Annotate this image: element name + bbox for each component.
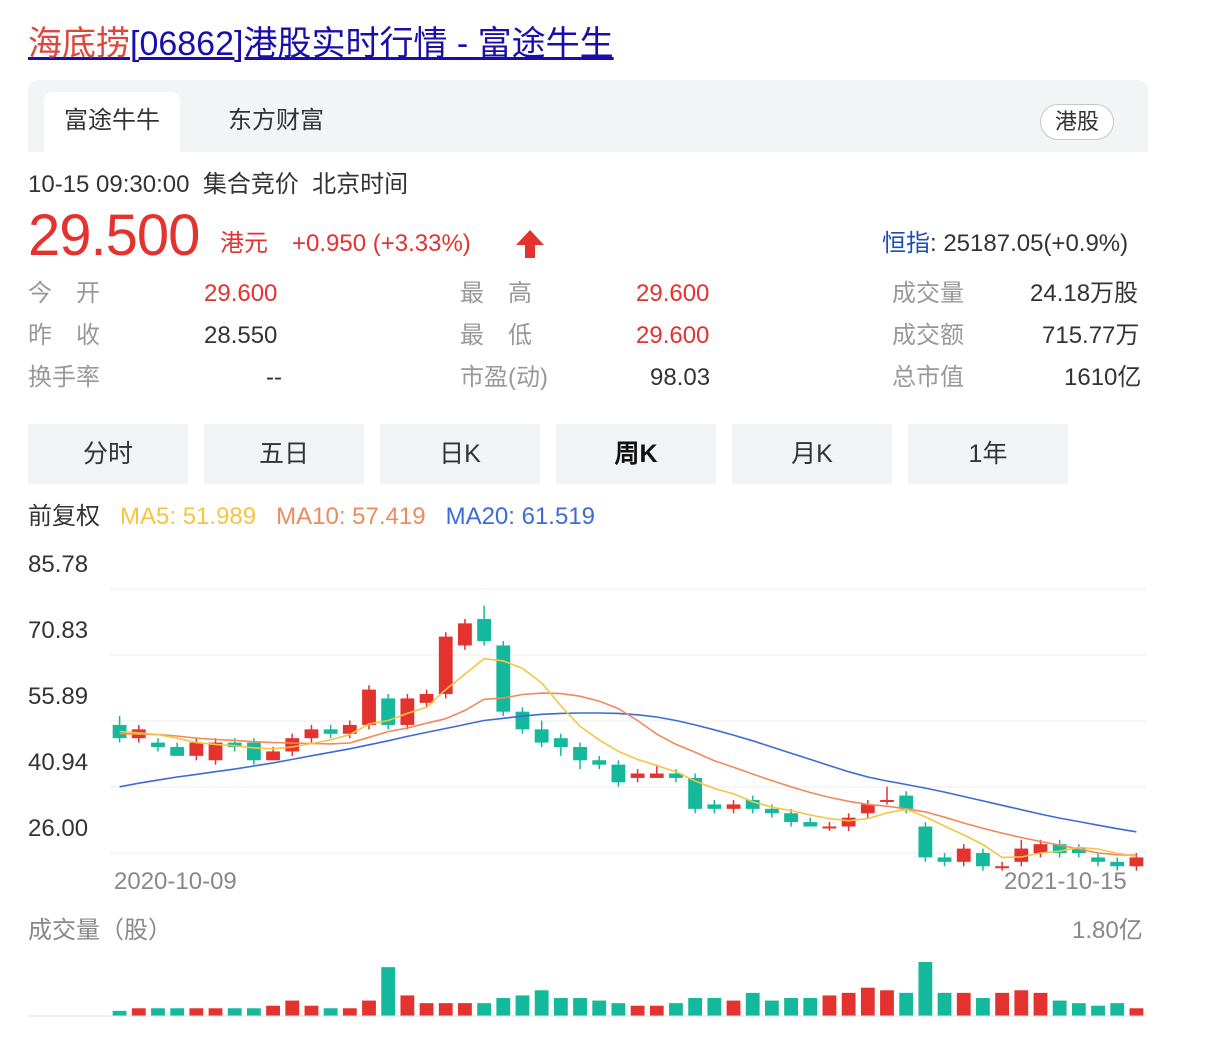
volume-bar xyxy=(323,1008,338,1016)
candle-body xyxy=(937,857,952,862)
candle-body xyxy=(630,773,645,778)
candle-body xyxy=(860,804,875,814)
candle-body xyxy=(1033,844,1048,853)
volume-bar xyxy=(1129,1008,1144,1016)
candle-body xyxy=(1091,857,1105,862)
volume-bar xyxy=(976,998,990,1016)
candle-body xyxy=(841,817,856,827)
candle-body xyxy=(515,711,530,730)
candle-body xyxy=(764,808,779,814)
volume-max-label: 1.80亿 xyxy=(1072,917,1143,944)
volume-bar xyxy=(937,992,952,1016)
candle-body xyxy=(246,742,261,761)
volume-bar xyxy=(918,962,933,1016)
candle-body xyxy=(304,729,319,739)
volume-bar xyxy=(1071,1003,1086,1016)
candle-body xyxy=(726,804,741,809)
candle-body xyxy=(553,738,568,748)
volume-bar xyxy=(170,1008,185,1016)
volume-bar xyxy=(400,995,415,1016)
volume-bar xyxy=(745,992,760,1016)
volume-bar xyxy=(227,1008,242,1016)
volume-bar xyxy=(458,1003,472,1016)
volume-bar xyxy=(822,995,837,1016)
volume-bar xyxy=(1052,1000,1067,1016)
volume-bar xyxy=(1110,1003,1125,1016)
volume-bar xyxy=(419,1003,434,1016)
volume-bar xyxy=(208,1008,223,1016)
volume-bar xyxy=(189,1008,204,1016)
volume-bar xyxy=(726,1000,741,1016)
volume-title: 成交量（股） xyxy=(28,917,172,944)
candle-body xyxy=(323,729,338,734)
candle-body xyxy=(899,795,914,809)
x-start-date: 2020-10-09 xyxy=(114,868,237,895)
volume-bar xyxy=(1014,990,1029,1016)
candle-body xyxy=(419,694,434,703)
volume-bar xyxy=(630,1005,645,1016)
volume-bar xyxy=(764,1000,779,1016)
volume-bar xyxy=(573,998,587,1016)
candle-body xyxy=(266,751,280,761)
volume-bar xyxy=(1033,992,1048,1016)
volume-bar xyxy=(899,992,914,1016)
volume-bar xyxy=(266,1005,280,1016)
volume-bar xyxy=(151,1008,165,1016)
candle-body xyxy=(784,813,798,823)
volume-bar xyxy=(707,998,722,1016)
volume-bar xyxy=(841,992,856,1016)
volume-bar xyxy=(304,1005,319,1016)
volume-bar xyxy=(285,1000,300,1016)
candle-body xyxy=(534,729,549,743)
volume-bar xyxy=(112,1010,127,1016)
volume-bar xyxy=(381,967,396,1016)
candle-body xyxy=(956,848,971,862)
volume-bar xyxy=(995,992,1010,1016)
candle-body xyxy=(707,804,722,809)
volume-bar xyxy=(496,998,511,1016)
volume-bar xyxy=(860,987,875,1016)
candle-body xyxy=(170,747,185,756)
ma20-line xyxy=(119,712,1137,833)
candle-body xyxy=(611,764,626,783)
candle-body xyxy=(976,853,990,867)
candle-body xyxy=(362,689,376,725)
candle-body xyxy=(1110,861,1125,867)
volume-bar xyxy=(784,998,798,1016)
volume-bar xyxy=(880,990,894,1016)
ma10-line xyxy=(119,692,1137,856)
volume-bar xyxy=(1091,1005,1105,1016)
volume-bar xyxy=(246,1008,261,1016)
volume-bar xyxy=(803,998,818,1016)
volume-bar xyxy=(477,1003,492,1016)
candle-body xyxy=(458,623,472,646)
candle-body xyxy=(649,773,664,778)
volume-bar xyxy=(342,1008,357,1016)
volume-bar xyxy=(553,998,568,1016)
volume-bar xyxy=(956,992,971,1016)
volume-bar xyxy=(515,995,530,1016)
volume-bar xyxy=(534,990,549,1016)
x-end-date: 2021-10-15 xyxy=(1004,868,1127,895)
candle-body xyxy=(822,826,837,829)
candle-body xyxy=(918,826,933,858)
volume-bar xyxy=(362,1000,376,1016)
volume-bar xyxy=(592,1000,607,1016)
volume-bar xyxy=(669,1003,683,1016)
candle-body xyxy=(573,747,587,761)
volume-bar xyxy=(131,1008,146,1016)
volume-bar xyxy=(688,998,703,1016)
volume-bar xyxy=(438,1003,453,1016)
candle-body xyxy=(285,738,300,752)
candle-body xyxy=(496,645,511,712)
candle-body xyxy=(803,822,818,827)
candle-body xyxy=(151,742,165,748)
candle-body xyxy=(592,760,607,765)
candle-body xyxy=(1129,857,1144,867)
candle-body xyxy=(189,742,204,756)
candle-body xyxy=(477,618,492,642)
volume-bar xyxy=(611,1003,626,1016)
candle-body xyxy=(880,800,894,803)
volume-bar xyxy=(649,1005,664,1016)
